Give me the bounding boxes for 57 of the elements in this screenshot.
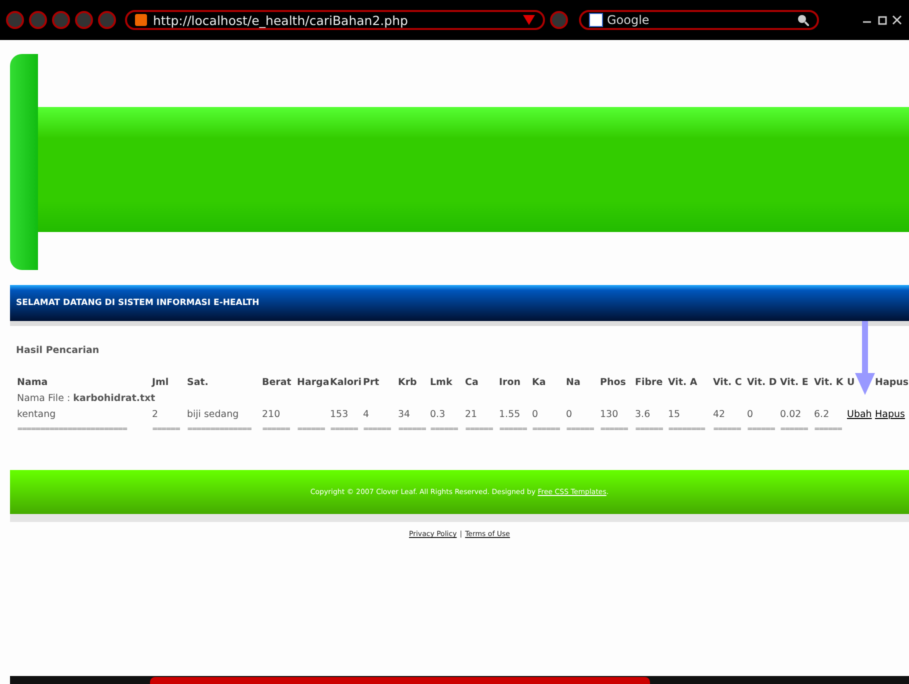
- column-header: Ca: [465, 377, 480, 388]
- table-cell-text: 0: [532, 409, 540, 420]
- window-controls-icon[interactable]: [863, 14, 903, 26]
- column-header: Hapus: [875, 377, 909, 388]
- table-cell-text: biji sedang: [187, 409, 240, 420]
- address-field[interactable]: http://localhost/e_health/cariBahan2.php: [125, 10, 545, 30]
- table-cell-text: 153: [330, 409, 350, 420]
- column-header: Ka: [532, 377, 547, 388]
- column-header: Fibre: [635, 377, 664, 388]
- table-cell-text: 6.2: [814, 409, 830, 420]
- table-cell-text: 0.3: [430, 409, 446, 420]
- column-header: U: [847, 377, 856, 388]
- table-cell-text: 42: [713, 409, 726, 420]
- site-icon: [135, 14, 147, 26]
- column-header: Nama: [17, 377, 49, 388]
- table-cell-text: 130: [600, 409, 620, 420]
- delete-link[interactable]: Hapus: [875, 409, 909, 420]
- file-name-label: Nama File : karbohidrat.txt: [17, 393, 156, 404]
- edit-link[interactable]: Ubah: [847, 409, 875, 420]
- column-header: Jml: [152, 377, 170, 388]
- search-icon: [797, 14, 809, 26]
- column-header: Na: [566, 377, 582, 388]
- column-header: Vit. E: [780, 377, 810, 388]
- table-cell-text: 34: [398, 409, 412, 420]
- google-icon: [589, 13, 603, 27]
- column-header: Berat: [262, 377, 292, 388]
- dropdown-icon: [523, 15, 535, 25]
- table-cell-text: kentang: [17, 409, 57, 420]
- table-cell-text: 0.02: [780, 409, 802, 420]
- column-header: Phos: [600, 377, 627, 388]
- arrow-icon: [855, 321, 875, 395]
- url-text: http://localhost/e_health/cariBahan2.php: [153, 12, 409, 28]
- column-header: Harga: [297, 377, 330, 388]
- column-header: Vit. K: [814, 377, 844, 388]
- welcome-bar: SELAMAT DATANG DI SISTEM INFORMASI E-HEALTH: [10, 285, 909, 321]
- table-cell-text: 15: [668, 409, 682, 420]
- search-placeholder: Google: [607, 13, 650, 27]
- table-cell-text: 0: [566, 409, 574, 420]
- table-cell-text: 210: [262, 409, 282, 420]
- scrollbar[interactable]: [10, 676, 909, 684]
- column-header: Lmk: [430, 377, 454, 388]
- search-field[interactable]: Google: [579, 10, 819, 30]
- section-title: Hasil Pencarian: [16, 345, 100, 356]
- column-header: Iron: [499, 377, 522, 388]
- column-header: Vit. D: [747, 377, 778, 388]
- table-cell-text: 2: [152, 409, 160, 420]
- column-header: Vit. C: [713, 377, 743, 388]
- column-header: Krb: [398, 377, 418, 388]
- column-header: Prt: [363, 377, 380, 388]
- table-cell-text: 1.55: [499, 409, 522, 420]
- column-header: Vit. A: [668, 377, 698, 388]
- column-header: Kalori: [330, 377, 362, 388]
- table-cell-text: 4: [363, 409, 370, 420]
- table-cell-text: 3.6: [635, 409, 652, 420]
- table-cell-text: 21: [465, 409, 478, 420]
- column-header: Sat.: [187, 377, 210, 388]
- table-cell-text: 0: [747, 409, 754, 420]
